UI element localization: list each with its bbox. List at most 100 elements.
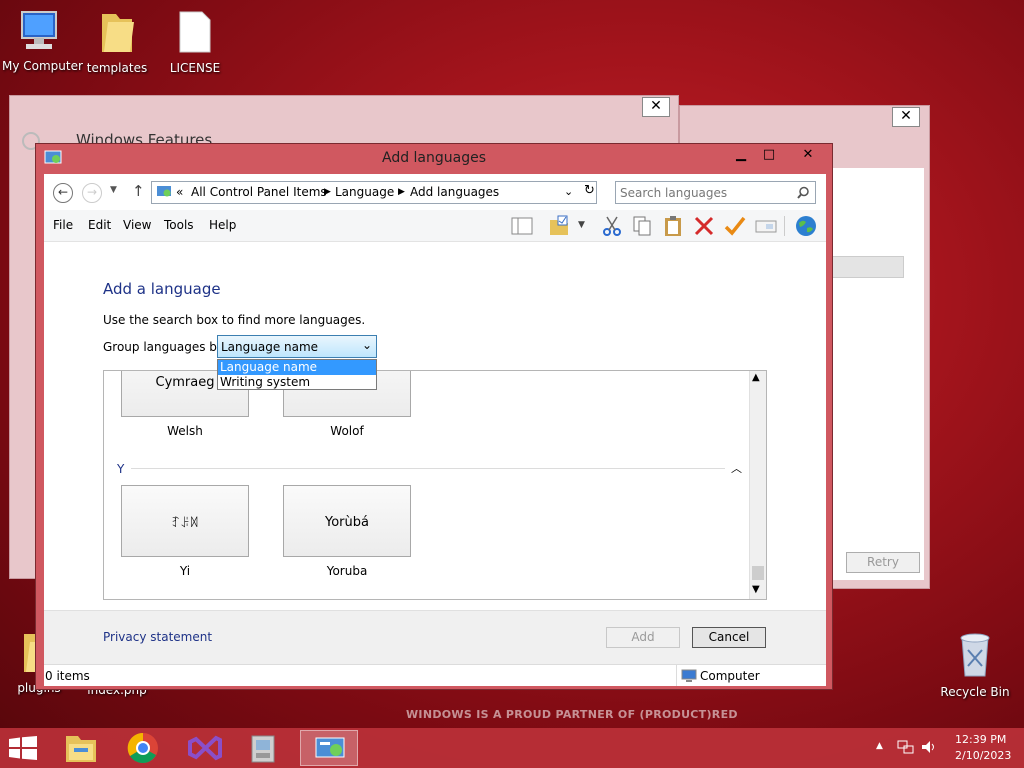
close-button[interactable]: ✕ [642, 97, 670, 117]
desktop-icon-label: LICENSE [169, 61, 221, 75]
globe-icon[interactable] [794, 214, 818, 238]
retry-button[interactable]: Retry [846, 552, 920, 573]
control-panel-icon [315, 737, 345, 758]
up-button[interactable]: ↑ [132, 182, 145, 200]
delete-icon[interactable] [692, 214, 716, 238]
menu-file[interactable]: File [53, 218, 73, 232]
desktop-icon-label: Recycle Bin [940, 685, 1010, 699]
network-icon[interactable] [897, 739, 915, 755]
menu-edit[interactable]: Edit [88, 218, 111, 232]
title-bar[interactable]: Add languages ▁ □ ✕ [36, 144, 832, 172]
language-tile-yoruba[interactable]: Yorùbá [283, 485, 411, 557]
option-writing-system[interactable]: Writing system [218, 375, 376, 390]
cancel-button[interactable]: Cancel [692, 627, 766, 648]
window-title: Add languages [381, 150, 487, 166]
chevron-right-icon[interactable]: ▶ [324, 187, 331, 197]
desktop-icon-my-computer[interactable]: My Computer [2, 10, 83, 73]
menu-tools[interactable]: Tools [164, 218, 194, 232]
control-panel-icon [157, 186, 171, 197]
menu-view[interactable]: View [123, 218, 151, 232]
status-location: Computer [700, 669, 760, 683]
page-title: Add a language [103, 280, 221, 298]
address-bar[interactable]: « All Control Panel Items ▶ Language ▶ A… [151, 181, 597, 204]
file-explorer-icon[interactable] [56, 730, 106, 766]
group-by-options[interactable]: Language name Writing system [217, 359, 377, 390]
option-language-name[interactable]: Language name [218, 360, 376, 375]
scroll-up-arrow[interactable]: ▲ [752, 372, 760, 383]
chrome-icon[interactable] [118, 730, 168, 766]
breadcrumb-item[interactable]: Add languages [410, 185, 499, 199]
clock-date[interactable]: 2/10/2023 [955, 749, 1011, 762]
group-by-select[interactable]: Language name ⌄ [217, 335, 377, 358]
privacy-statement-link[interactable]: Privacy statement [103, 630, 212, 644]
volume-icon[interactable] [920, 739, 938, 755]
menu-help[interactable]: Help [209, 218, 236, 232]
app-icon[interactable] [238, 730, 288, 766]
desktop-icon-label: My Computer [2, 59, 83, 73]
forward-button[interactable]: → [82, 183, 102, 203]
breadcrumb-item[interactable]: All Control Panel Items [191, 185, 327, 199]
chevron-down-icon[interactable]: ▼ [578, 220, 585, 230]
collapse-section-icon[interactable]: ︿ [731, 460, 742, 476]
chevron-down-icon[interactable]: ⌄ [564, 185, 573, 198]
search-box[interactable]: Search languages [615, 181, 816, 204]
search-input[interactable]: Search languages [620, 186, 727, 200]
computer-icon [21, 11, 57, 49]
chevron-right-icon[interactable]: ▶ [398, 187, 405, 197]
add-languages-window[interactable]: Add languages ▁ □ ✕ ← → ▼ ↑ « All Contro… [35, 143, 833, 690]
folder-options-icon[interactable] [547, 214, 571, 238]
status-divider [676, 665, 677, 686]
desktop-icon-label: templates [86, 61, 148, 75]
copy-icon[interactable] [630, 214, 654, 238]
language-native-name: Yorùbá [325, 515, 369, 530]
add-button[interactable]: Add [606, 627, 680, 648]
close-button[interactable]: ✕ [892, 107, 920, 127]
dialog-panel [832, 168, 924, 580]
group-by-label: Group languages by: [103, 340, 228, 354]
item-count: 0 items [45, 669, 90, 683]
status-bar: 0 items Computer [44, 664, 826, 686]
group-by-selected-value: Language name [221, 340, 319, 354]
paste-icon[interactable] [661, 214, 685, 238]
taskbar-active-control-panel[interactable] [300, 730, 358, 766]
language-list[interactable]: Cymraeg Welsh Wolof Y ︿ ꆈꌠꉙ Yi Yorùbá Yo… [103, 370, 767, 600]
computer-icon [681, 669, 697, 682]
visual-studio-icon[interactable] [180, 730, 230, 766]
clock-time[interactable]: 12:39 PM [955, 733, 1006, 746]
language-tile-yi[interactable]: ꆈꌠꉙ [121, 485, 249, 557]
minimize-button[interactable]: ▁ [728, 145, 754, 167]
toolbar-separator [784, 216, 785, 236]
window-content: ← → ▼ ↑ « All Control Panel Items ▶ Lang… [44, 174, 826, 686]
chevron-down-icon: ⌄ [361, 338, 372, 352]
layout-pane-icon[interactable] [510, 214, 534, 238]
cut-icon[interactable] [600, 214, 624, 238]
back-button[interactable]: ← [53, 183, 73, 203]
scroll-down-arrow[interactable]: ▼ [752, 584, 760, 595]
desktop-icon-recycle-bin[interactable]: Recycle Bin [938, 630, 1012, 699]
desktop-icon-templates[interactable]: templates [80, 8, 154, 75]
instruction-text: Use the search box to find more language… [103, 313, 366, 327]
recycle-bin-icon [960, 633, 990, 677]
desktop-watermark: WINDOWS IS A PROUD PARTNER OF (PRODUCT)R… [406, 708, 738, 721]
rename-icon[interactable] [754, 214, 778, 238]
language-name: Yoruba [326, 564, 368, 578]
breadcrumb-overflow[interactable]: « [176, 185, 183, 199]
taskbar: ▲ 12:39 PM 2/10/2023 [0, 728, 1024, 768]
language-native-name: ꆈꌠꉙ [170, 516, 200, 530]
folder-icon [102, 14, 134, 52]
breadcrumb-item[interactable]: Language [335, 185, 394, 199]
section-header-y: Y [117, 462, 125, 476]
section-divider [131, 468, 725, 469]
refresh-icon[interactable]: ↻ [584, 183, 595, 198]
maximize-button[interactable]: □ [756, 145, 782, 167]
search-icon[interactable] [797, 186, 810, 199]
show-hidden-icons-icon[interactable]: ▲ [876, 741, 883, 751]
scrollbar[interactable]: ▲ ▼ [749, 371, 766, 599]
start-windows-icon[interactable] [8, 736, 38, 760]
scroll-thumb[interactable] [752, 566, 764, 580]
properties-check-icon[interactable] [723, 214, 747, 238]
close-button[interactable]: ✕ [786, 145, 830, 167]
language-name: Welsh [167, 424, 203, 438]
desktop-icon-license[interactable]: LICENSE [158, 10, 232, 75]
recent-pages-dropdown-icon[interactable]: ▼ [110, 185, 117, 195]
